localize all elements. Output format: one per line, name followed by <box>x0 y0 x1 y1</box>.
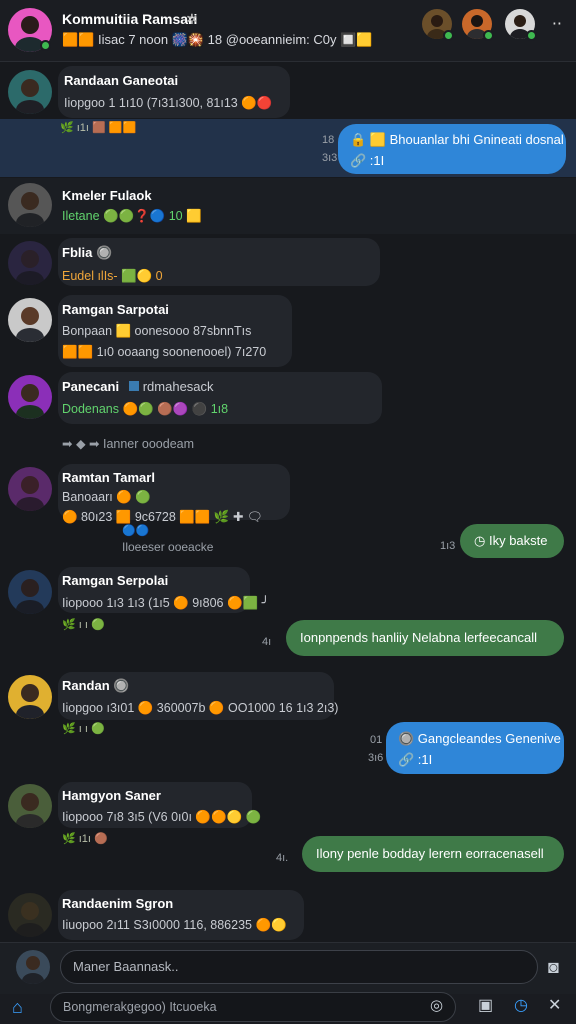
badge-icon <box>128 381 139 391</box>
message-text: Bonpaan 🟨 oonesooo 87sbnnTıs <box>62 324 252 338</box>
online-indicator <box>483 30 494 41</box>
timestamp: 01 <box>370 734 383 746</box>
online-indicator <box>40 40 51 51</box>
outgoing-bubble[interactable]: ◷ Iky bakste <box>460 524 564 558</box>
message-row <box>0 178 576 234</box>
message-text: 🟧🟧 1ı0 ooaang soonenooel) 7ı270 <box>62 345 267 359</box>
search-input[interactable]: Bongmerakgegoo) Itcuoeka <box>50 992 456 1022</box>
message-text: Iiopooo 7ı8 3ı5 (V6 0ı0ı 🟠🟠🟡 🟢 <box>62 810 262 824</box>
message-bubble[interactable]: Ramgan Serpolai Iiopooo 1ı3 1ı3 (1ı5 🟠 9… <box>58 567 270 613</box>
clock-icon: ◷ <box>474 533 486 548</box>
message-text: Dodenans 🟠🟢 🟤🟣 ⚫ 1ı8 <box>62 402 229 416</box>
sender-name[interactable]: Ramgan Serpolai <box>62 573 246 588</box>
message-bubble[interactable]: Hamgyon Saner Iiopooo 7ı8 3ı5 (V6 0ı0ı 🟠… <box>58 782 262 828</box>
timestamp: 18 <box>322 134 335 146</box>
message-bubble[interactable]: Panecani rdmahesack Dodenans 🟠🟢 🟤🟣 ⚫ 1ı8 <box>58 372 382 424</box>
message-text: 🔒 🟨 Bhouanlar bhi Gnineati dosnal <box>350 132 564 147</box>
tools-icon[interactable]: ✕ <box>548 998 561 1014</box>
sender-name[interactable]: Randan 🔘 <box>62 678 330 694</box>
sender-avatar[interactable] <box>8 467 52 511</box>
reactions[interactable]: 🌿 ı1ı 🟫 🟧🟧 <box>60 121 136 134</box>
online-indicator <box>526 30 537 41</box>
sender-avatar[interactable] <box>8 183 52 227</box>
message-text: Banoaarı 🟠 🟢 <box>62 490 151 504</box>
message-text: 🟠 80ı23 🟧 9c6728 🟧🟧 🌿 ✚ 🗨 <box>62 510 263 524</box>
message-bubble[interactable]: Fblia 🔘 Eudel ılIs- 🟩🟡 0 <box>58 238 380 286</box>
gear-icon[interactable]: ✲ <box>186 11 198 28</box>
outgoing-bubble[interactable]: 🔘 Gangcleandes Genenive 🔗 :1I <box>386 722 564 774</box>
message-bubble[interactable]: Randan 🔘 Iiopgoo ı3ı01 🟠 360007b 🟠 OO100… <box>58 672 339 720</box>
timestamp: 4ı <box>262 636 272 648</box>
outgoing-bubble[interactable]: 🔒 🟨 Bhouanlar bhi Gnineati dosnal 🔗 :1I <box>338 124 566 174</box>
message-bubble[interactable]: Randaan Ganeotai Iiopgoo 1 1ı10 (7ı31ı30… <box>58 66 290 118</box>
sender-name[interactable]: Hamgyon Saner <box>62 788 248 803</box>
more-icon[interactable]: ⋅⋅ <box>552 14 562 34</box>
message-text: Iiopgoo 1 1ı10 (7ı31ı300, 81ı13 🟠🔴 <box>64 96 273 110</box>
message-text: Iiuopoo 2ı11 S3ı0000 116, 886235 🟠🟡 <box>62 918 287 932</box>
chat-subtitle: 🟧🟧 Iisac 7 noon 🎆🎇 18 @ooeannieim: C0y 🔲… <box>62 32 373 47</box>
sender-name[interactable]: Randaenim Sgron <box>62 896 300 911</box>
message-text: Ionpnpends hanliiy Nelabna lerfeecancall <box>300 630 538 645</box>
reactions[interactable]: 🌿 ı ı 🟢 <box>62 618 105 631</box>
timestamp: 1ı3 <box>440 540 456 552</box>
sender-avatar[interactable] <box>8 570 52 614</box>
reactions[interactable]: 🌿 ı1ı 🟤 <box>62 832 108 845</box>
sender-name[interactable]: Randaan Ganeotai <box>64 73 284 88</box>
online-indicator <box>443 30 454 41</box>
user-avatar[interactable] <box>16 950 50 984</box>
outgoing-bubble[interactable]: Ilony penle bodday lerern eorracenasell <box>302 836 564 872</box>
sender-avatar[interactable] <box>8 675 52 719</box>
sender-avatar[interactable] <box>8 241 52 285</box>
sender-avatar[interactable] <box>8 784 52 828</box>
message-bubble[interactable]: Ramgan Sarpotai Bonpaan 🟨 oonesooo 87sbn… <box>58 295 292 367</box>
message-bubble[interactable]: Ramtan Tamarl Banoaarı 🟠 🟢 🟠 80ı23 🟧 9c6… <box>58 464 290 524</box>
sender-avatar[interactable] <box>8 893 52 937</box>
sender-avatar[interactable] <box>8 375 52 419</box>
sender-name[interactable]: Ramgan Sarpotai <box>62 302 288 317</box>
message-text: Iletane 🟢🟢❓🔵 10 🟨 <box>62 209 202 223</box>
timestamp: 4ı. <box>276 852 289 864</box>
sender-name-text: Panecani <box>62 379 120 394</box>
timestamp: 3ı3 <box>322 152 338 164</box>
message-text: Iiopgoo ı3ı01 🟠 360007b 🟠 OO1000 16 1ı3 … <box>62 701 339 715</box>
reactions[interactable]: 🔵🔵 <box>122 524 149 537</box>
sender-badge: rdmahesack <box>142 379 214 394</box>
reactions[interactable]: 🌿 ı ı 🟢 <box>62 722 105 735</box>
sender-name[interactable]: Fblia 🔘 <box>62 245 376 261</box>
system-message: ➡ ◆ ➡ Ianner ooodeam <box>62 437 195 451</box>
message-subtext: 🔗 :1I <box>350 153 385 168</box>
message-text: 🔘 Gangcleandes Genenive <box>398 731 561 746</box>
home-icon[interactable]: ⌂ <box>12 998 23 1016</box>
timestamp: 3ı6 <box>368 752 384 764</box>
sender-name[interactable]: Kmeler Fulaok <box>62 188 152 203</box>
message-footer: Iloeeser ooeacke <box>122 540 214 554</box>
clock-icon[interactable]: ◷ <box>514 998 528 1014</box>
message-bubble[interactable]: Randaenim Sgron Iiuopoo 2ı11 S3ı0000 116… <box>58 890 304 940</box>
sender-name[interactable]: Ramtan Tamarl <box>62 470 286 485</box>
sender-name[interactable]: Panecani rdmahesack <box>62 379 378 394</box>
emoji-icon[interactable]: ◙ <box>548 958 559 976</box>
outgoing-bubble[interactable]: Ionpnpends hanliiy Nelabna lerfeecancall <box>286 620 564 656</box>
sender-avatar[interactable] <box>8 70 52 114</box>
message-text: Eudel ılIs- 🟩🟡 0 <box>62 269 163 283</box>
message-text: Iky bakste <box>488 533 548 548</box>
chat-title: Kommuitiia Ramsari <box>62 11 198 27</box>
sender-avatar[interactable] <box>8 298 52 342</box>
message-subtext: 🔗 :1I <box>398 752 433 767</box>
inbox-icon[interactable]: ▣ <box>478 998 493 1014</box>
compass-icon[interactable]: ◎ <box>430 998 443 1013</box>
message-text: Ilony penle bodday lerern eorracenasell <box>316 846 544 861</box>
message-text: Iiopooo 1ı3 1ı3 (1ı5 🟠 9ı806 🟠🟩 ╯ <box>62 596 270 610</box>
chat-header: Kommuitiia Ramsari ✲ 🟧🟧 Iisac 7 noon 🎆🎇 … <box>0 0 576 62</box>
message-input[interactable]: Maner Baannask.. <box>60 950 538 984</box>
